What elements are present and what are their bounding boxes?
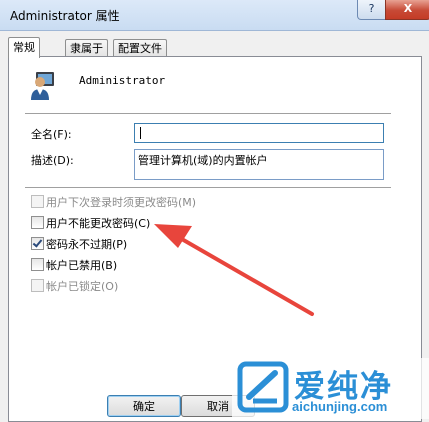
title-bar: Administrator 属性 ? X	[0, 0, 429, 31]
help-button[interactable]: ?	[357, 0, 386, 20]
option-label: 用户不能更改密码(C)	[46, 217, 151, 230]
brand-logo-icon	[237, 361, 289, 413]
text-caret	[140, 127, 141, 139]
close-button[interactable]: X	[385, 0, 429, 20]
fullname-label: 全名(F):	[31, 128, 72, 141]
window-title: Administrator 属性	[10, 9, 120, 23]
separator-top	[25, 113, 391, 115]
checkbox[interactable]	[31, 279, 44, 292]
watermark: 爱纯净 aichunjing.com	[232, 358, 429, 419]
tab-general[interactable]: 常规	[8, 37, 40, 58]
checkbox[interactable]	[31, 237, 44, 250]
user-avatar-icon	[31, 72, 54, 100]
option-label: 帐户已禁用(B)	[46, 259, 118, 272]
fullname-input[interactable]	[134, 123, 384, 143]
checkbox[interactable]	[31, 216, 44, 229]
option-label: 密码永不过期(P)	[46, 238, 128, 251]
ok-button[interactable]: 确定	[107, 395, 181, 417]
red-arrow-annotation	[154, 224, 314, 316]
watermark-url: aichunjing.com	[292, 399, 388, 414]
user-name: Administrator	[79, 74, 166, 87]
tab-profile[interactable]: 配置文件	[113, 39, 167, 57]
option-label: 帐户已锁定(O)	[46, 280, 119, 293]
checkbox[interactable]	[31, 195, 44, 208]
description-label: 描述(D):	[31, 154, 74, 167]
separator-bottom	[25, 187, 391, 189]
checkbox[interactable]	[31, 258, 44, 271]
description-input[interactable]: 管理计算机(域)的内置帐户	[134, 149, 384, 180]
tab-member-of[interactable]: 隶属于	[65, 39, 108, 57]
option-label: 用户下次登录时须更改密码(M)	[46, 196, 197, 209]
